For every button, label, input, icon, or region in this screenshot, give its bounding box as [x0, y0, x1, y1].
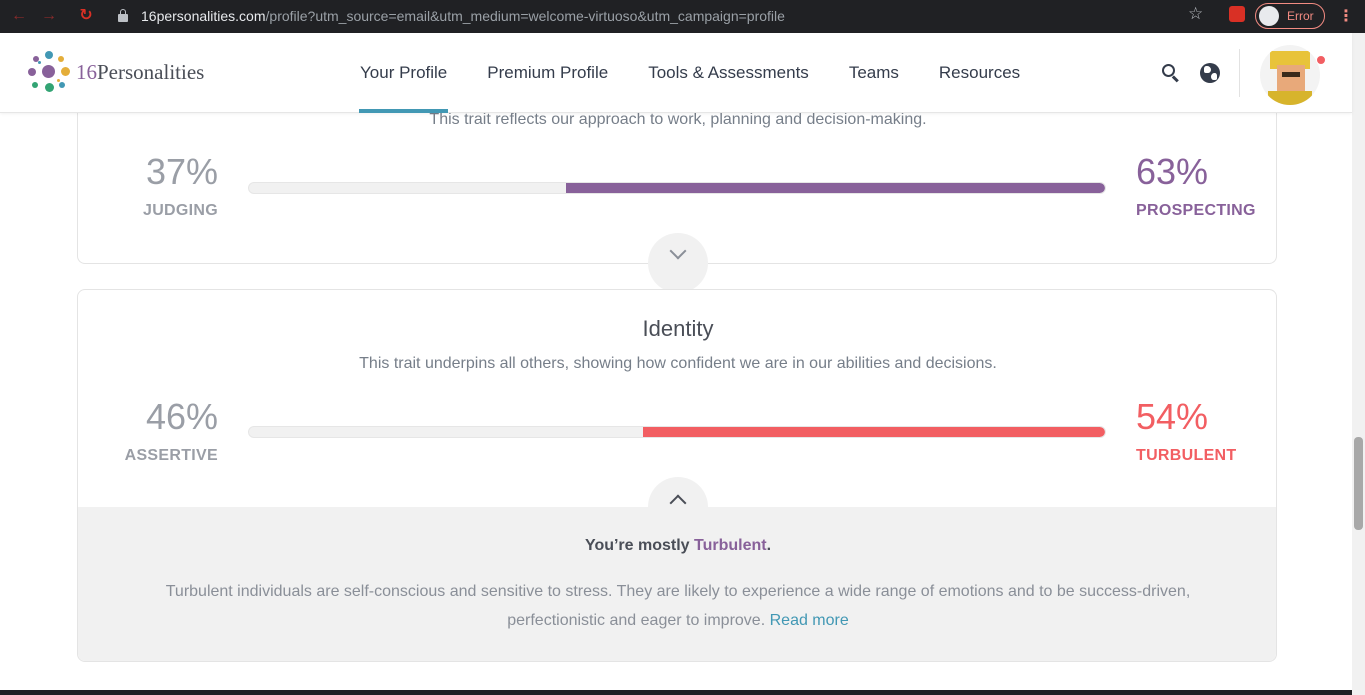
site-header: 16Personalities Your Profile Premium Pro…: [0, 33, 1352, 113]
trait-bar-fill: [642, 427, 1105, 437]
address-bar[interactable]: 16personalities.com/profile?utm_source=e…: [106, 3, 1216, 29]
trait-right-label: TURBULENT: [1136, 447, 1237, 464]
trait-card-tactics: This trait reflects our approach to work…: [77, 93, 1277, 293]
trait-left-percent: 46%: [145, 396, 218, 437]
expand-trait-button[interactable]: [648, 233, 708, 293]
read-more-link[interactable]: Read more: [770, 612, 849, 629]
site-logo[interactable]: 16Personalities: [28, 51, 204, 93]
browser-profile-avatar: [1259, 6, 1279, 26]
url-text: 16personalities.com/profile?utm_source=e…: [141, 8, 785, 24]
trait-right-percent: 63%: [1136, 151, 1209, 192]
trait-description: This trait reflects our approach to work…: [429, 111, 927, 128]
chevron-down-icon: [669, 242, 687, 260]
globe-icon[interactable]: [1200, 63, 1220, 83]
logo-wordmark: 16Personalities: [76, 59, 205, 84]
trait-title: Identity: [642, 316, 714, 341]
reload-icon[interactable]: ↻: [75, 6, 97, 26]
profile-error-label: Error: [1287, 9, 1314, 23]
bookmark-star-icon[interactable]: ☆: [1188, 4, 1203, 24]
nav-premium-profile[interactable]: Premium Profile: [467, 33, 628, 113]
profile-content: This trait reflects our approach to work…: [0, 93, 1352, 695]
notification-dot: [1316, 55, 1326, 65]
trait-right-label: PROSPECTING: [1136, 202, 1256, 219]
trait-left-label: ASSERTIVE: [124, 447, 218, 464]
browser-profile-button[interactable]: Error: [1255, 3, 1325, 29]
chevron-up-icon: [669, 494, 687, 512]
trait-bar-track: [248, 182, 1106, 194]
trait-card-identity: Identity This trait underpins all others…: [77, 289, 1277, 662]
browser-toolbar: ← → ↻ 16personalities.com/profile?utm_so…: [0, 0, 1365, 33]
lock-icon[interactable]: [118, 9, 128, 22]
header-divider: [1239, 49, 1240, 97]
user-avatar[interactable]: [1260, 45, 1320, 105]
taskbar-strip: [0, 690, 1352, 695]
trait-right-percent: 54%: [1136, 396, 1209, 437]
search-icon[interactable]: [1161, 63, 1181, 83]
nav-your-profile[interactable]: Your Profile: [340, 33, 467, 113]
logo-dots-icon: [28, 51, 70, 93]
page-scrollbar[interactable]: [1352, 33, 1365, 695]
main-navigation: Your Profile Premium Profile Tools & Ass…: [340, 33, 1040, 113]
trait-explanation: Turbulent individuals are self-conscious…: [165, 583, 1191, 629]
back-arrow-icon[interactable]: ←: [8, 6, 30, 26]
scrollbar-thumb[interactable]: [1354, 437, 1363, 530]
nav-resources[interactable]: Resources: [919, 33, 1040, 113]
trait-left-percent: 37%: [145, 151, 218, 192]
forward-arrow-icon[interactable]: →: [38, 6, 60, 26]
collapse-trait-button[interactable]: [648, 477, 708, 537]
nav-tools-assessments[interactable]: Tools & Assessments: [628, 33, 829, 113]
extension-puzzle-icon[interactable]: [1229, 6, 1245, 22]
trait-bar-fill: [565, 183, 1105, 193]
nav-teams[interactable]: Teams: [829, 33, 919, 113]
browser-menu-icon[interactable]: ⋮: [1338, 6, 1354, 26]
trait-bar-track: [248, 426, 1106, 438]
mostly-heading: You’re mostly Turbulent.: [584, 537, 772, 554]
trait-description: This trait underpins all others, showing…: [359, 355, 997, 372]
trait-left-label: JUDGING: [143, 202, 218, 219]
